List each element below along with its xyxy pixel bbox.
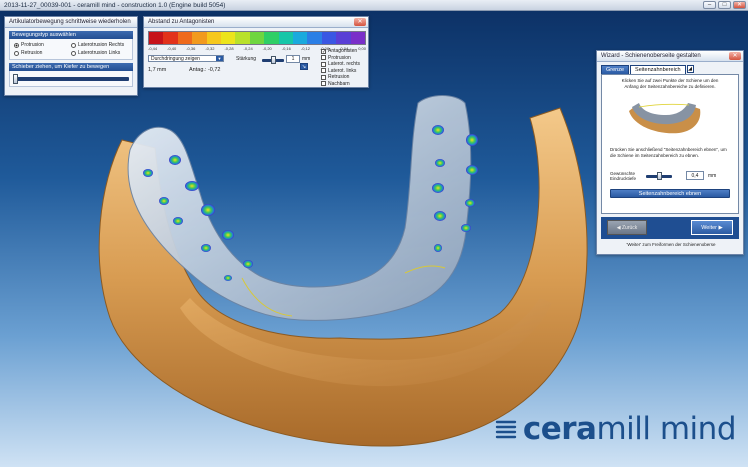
movement-group-header: Bewegungstyp auswählen: [9, 31, 133, 39]
checkbox-icon: [321, 81, 326, 87]
grading-slider-thumb[interactable]: [271, 56, 276, 64]
dental-model-render[interactable]: [60, 88, 620, 458]
grading-slider[interactable]: [262, 56, 284, 64]
wizard-instruction: Klicken Sie auf zwei Punkte der Schiene …: [621, 78, 719, 89]
articulator-panel: Artikulatorbewegung schrittweise wiederh…: [4, 16, 138, 96]
antagonist-panel-title: Abstand zu Antagonisten: [148, 19, 215, 25]
checkbox-icon: [321, 74, 326, 80]
color-scale-label: -0,12: [300, 46, 310, 51]
antagonist-panel-header: Abstand zu Antagonisten ✕: [144, 17, 368, 28]
color-scale-swatch: [278, 32, 294, 44]
wizard-instruction-2: Drücken Sie anschließend "Seitenzahnbere…: [610, 147, 727, 158]
color-scale-label: -0,20: [262, 46, 272, 51]
slider-thumb[interactable]: [13, 74, 18, 84]
color-scale-label: -0,36: [186, 46, 196, 51]
close-button[interactable]: ✕: [733, 1, 746, 9]
wizard-body: Klicken Sie auf zwei Punkte der Schiene …: [601, 74, 739, 214]
pin-icon[interactable]: ◢: [686, 65, 694, 73]
depth-slider-thumb[interactable]: [657, 172, 662, 180]
radio-dot-icon: [71, 42, 76, 48]
color-scale-swatch: [149, 32, 164, 44]
checkbox-icon: ✓: [321, 48, 327, 55]
wizard-title: Wizard - Schienenoberseite gestalten: [601, 53, 701, 59]
color-scale-swatch: [206, 32, 222, 44]
jaw-movement-slider[interactable]: [13, 74, 129, 84]
color-scale-swatch: [249, 32, 265, 44]
app-title: 2013-11-27_00039-001 - ceramill mind - c…: [4, 2, 226, 9]
wizard-nav: ◀ Zurück Weiter ▶: [601, 217, 739, 239]
color-scale-label: -0,32: [205, 46, 215, 51]
radio-dot-icon: [14, 42, 19, 48]
next-button[interactable]: Weiter ▶: [691, 220, 733, 235]
checkbox-icon: [321, 61, 326, 67]
splint-preview-image: [629, 103, 701, 134]
app-title-bar: 2013-11-27_00039-001 - ceramill mind - c…: [0, 0, 748, 11]
close-icon[interactable]: ✕: [729, 52, 741, 60]
wizard-panel: Wizard - Schienenoberseite gestalten ✕ G…: [596, 50, 744, 255]
color-scale-swatch: [221, 32, 236, 44]
slider-group: Schieber ziehen, um Kiefer zu bewegen: [9, 63, 133, 87]
wizard-footer: 'Weiter' zum Freiformen der Schienenober…: [626, 242, 716, 247]
close-icon[interactable]: ✕: [354, 18, 366, 26]
checkbox-icon: [321, 55, 326, 61]
radio-dot-icon: [14, 50, 19, 56]
slider-group-header: Schieber ziehen, um Kiefer zu bewegen: [9, 63, 133, 71]
grading-unit: mm: [302, 56, 311, 62]
maximize-button[interactable]: □: [718, 1, 731, 9]
window-controls: – □ ✕: [703, 1, 746, 9]
color-scale-label: -0,44: [148, 46, 158, 51]
depth-unit: mm: [708, 173, 717, 179]
color-scale-swatch: [350, 32, 366, 44]
color-scale-label: -0,16: [281, 46, 291, 51]
antagonist-value: Antag.: -0,72: [189, 67, 221, 73]
radio-protrusion[interactable]: Protrusion: [14, 42, 71, 48]
radio-dot-icon: [71, 50, 76, 56]
flatten-button[interactable]: Seitenzahnbereich ebnen: [610, 189, 730, 198]
color-scale-swatch: [293, 32, 308, 44]
radio-retrusion[interactable]: Retrusion: [14, 50, 71, 56]
color-scale-swatch: [192, 32, 207, 44]
next-arrow-icon: ▶: [718, 225, 723, 231]
color-scale-swatch: [235, 32, 250, 44]
layer-checklist: ✓ Antagonisten Protrusion Laterot. rechts…: [321, 48, 366, 87]
color-scale-swatch: [264, 32, 279, 44]
check-nachbarn[interactable]: Nachbarn: [321, 81, 366, 88]
depth-slider[interactable]: [646, 172, 672, 180]
color-scale: [148, 31, 366, 45]
distance-value: 1,7 mm: [148, 67, 167, 73]
color-scale-swatch: [321, 32, 337, 44]
depth-input[interactable]: 0,4: [686, 171, 704, 180]
minimize-button[interactable]: –: [703, 1, 716, 9]
color-scale-swatch: [336, 32, 351, 44]
grading-label: Stärkung: [236, 56, 257, 62]
wizard-panel-header: Wizard - Schienenoberseite gestalten ✕: [597, 51, 743, 62]
movement-group: Bewegungstyp auswählen Protrusion Latero…: [9, 31, 133, 60]
depth-label: Gewünschte Eindrucktiefe: [610, 171, 637, 181]
antagonist-panel: Abstand zu Antagonisten ✕ -0,44 -0,40 -0,3…: [143, 16, 369, 88]
color-scale-swatch: [177, 32, 193, 44]
color-scale-label: -0,40: [167, 46, 177, 51]
color-scale-swatch: [307, 32, 322, 44]
back-button[interactable]: ◀ Zurück: [607, 220, 647, 235]
grading-input[interactable]: 1: [286, 55, 300, 63]
chevron-down-icon: ▼: [216, 56, 223, 61]
logo-mark-icon: [495, 420, 517, 439]
display-dropdown[interactable]: Durchdringung zeigen ▼: [148, 55, 224, 62]
radio-laterotrusion-left[interactable]: Laterotrusion Links: [71, 50, 128, 56]
radio-laterotrusion-right[interactable]: Laterotrusion Rechts: [71, 42, 128, 48]
apply-icon[interactable]: ↘: [300, 63, 308, 70]
check-laterot-rechts[interactable]: Laterot. rechts: [321, 61, 366, 68]
back-arrow-icon: ◀: [616, 225, 621, 231]
color-scale-swatch: [163, 32, 178, 44]
color-scale-label: -0,28: [224, 46, 234, 51]
checkbox-icon: [321, 68, 326, 74]
articulator-panel-header: Artikulatorbewegung schrittweise wiederh…: [5, 17, 137, 28]
articulator-panel-title: Artikulatorbewegung schrittweise wiederh…: [9, 19, 131, 25]
dental-3d-viewport[interactable]: [60, 88, 620, 458]
ceramill-logo: ceramill mind: [495, 411, 736, 447]
color-scale-label: -0,24: [243, 46, 253, 51]
brand-name: ceramill mind: [522, 411, 737, 447]
